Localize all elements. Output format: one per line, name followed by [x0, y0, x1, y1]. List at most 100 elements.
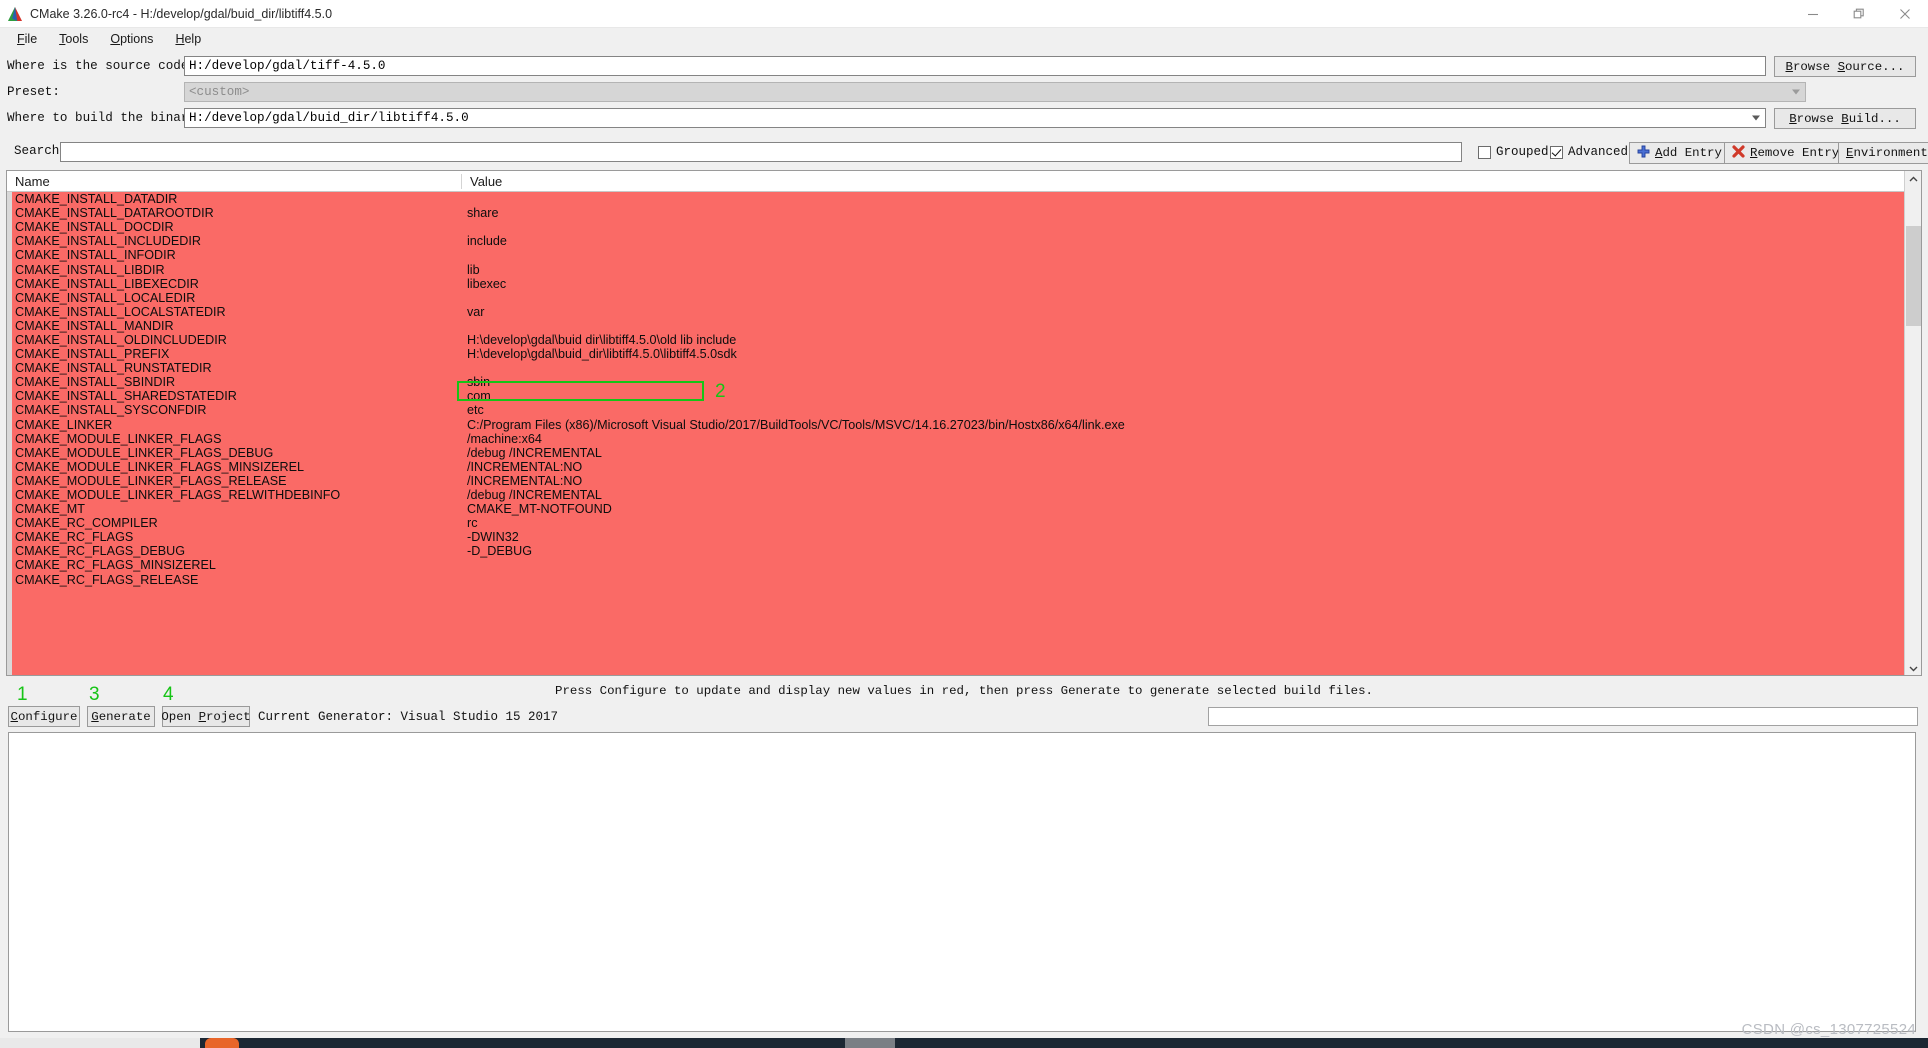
- preset-combobox[interactable]: <custom>: [184, 82, 1806, 102]
- table-row[interactable]: CMAKE_INSTALL_SHAREDSTATEDIR com: [7, 389, 1921, 403]
- cache-variable-name: CMAKE_LINKER: [15, 417, 113, 432]
- cache-variable-value[interactable]: /debug /INCREMENTAL: [462, 446, 1921, 460]
- cache-variable-value[interactable]: CMAKE_MT-NOTFOUND: [462, 502, 1921, 516]
- cache-variable-value[interactable]: /debug /INCREMENTAL: [462, 488, 1921, 502]
- cache-variable-value[interactable]: /INCREMENTAL:NO: [462, 474, 1921, 488]
- table-row[interactable]: CMAKE_INSTALL_LIBEXECDIR libexec: [7, 277, 1921, 291]
- row-gutter: [7, 192, 12, 675]
- column-header-name[interactable]: Name: [7, 173, 462, 189]
- remove-entry-button[interactable]: Remove Entry: [1724, 142, 1848, 164]
- cache-variable-value[interactable]: libexec: [462, 277, 1921, 291]
- table-row[interactable]: CMAKE_INSTALL_LOCALEDIR: [7, 291, 1921, 305]
- table-row[interactable]: CMAKE_LINKER C:/Program Files (x86)/Micro…: [7, 418, 1921, 432]
- advanced-checkbox-box: [1550, 145, 1563, 159]
- build-input[interactable]: H:/develop/gdal/buid_dir/libtiff4.5.0: [184, 108, 1766, 128]
- close-button[interactable]: [1882, 0, 1928, 28]
- output-console[interactable]: [8, 732, 1916, 1032]
- table-row[interactable]: CMAKE_RC_FLAGS_MINSIZEREL: [7, 558, 1921, 572]
- browse-build-button[interactable]: Browse Build...: [1774, 108, 1916, 129]
- cache-variable-name: CMAKE_INSTALL_DATADIR: [15, 192, 178, 207]
- cache-variable-value[interactable]: /machine:x64: [462, 432, 1921, 446]
- cache-variable-value[interactable]: rc: [462, 516, 1921, 530]
- table-row[interactable]: CMAKE_MODULE_LINKER_FLAGS_DEBUG/debug /I…: [7, 446, 1921, 460]
- table-row[interactable]: CMAKE_MT CMAKE_MT-NOTFOUND: [7, 502, 1921, 516]
- cache-variable-value[interactable]: com: [462, 389, 1921, 403]
- browse-build-label: Browse Build...: [1789, 111, 1901, 126]
- search-label: Search:: [14, 144, 67, 158]
- table-row[interactable]: CMAKE_RC_FLAGS -DWIN32: [7, 530, 1921, 544]
- menu-options-label: ptions: [120, 32, 154, 46]
- cache-variable-name: CMAKE_MODULE_LINKER_FLAGS_RELEASE: [15, 473, 287, 488]
- cache-variable-value[interactable]: H:\develop\gdal\buid dir\libtiff4.5.0\ol…: [462, 333, 1921, 347]
- source-label: Where is the source code:: [7, 59, 196, 73]
- table-row[interactable]: CMAKE_INSTALL_RUNSTATEDIR: [7, 361, 1921, 375]
- table-row[interactable]: CMAKE_MODULE_LINKER_FLAGS/machine:x64: [7, 432, 1921, 446]
- table-row[interactable]: CMAKE_MODULE_LINKER_FLAGS_RELEASE/INCREM…: [7, 474, 1921, 488]
- menu-tools[interactable]: Tools: [48, 30, 99, 48]
- menu-help-label: elp: [184, 32, 202, 46]
- cache-variable-value[interactable]: sbin: [462, 375, 1921, 389]
- table-row[interactable]: CMAKE_INSTALL_DATAROOTDIR share: [7, 206, 1921, 220]
- advanced-checkbox[interactable]: Advanced: [1550, 145, 1628, 159]
- grouped-label: Grouped: [1496, 145, 1549, 159]
- menu-help[interactable]: Help: [164, 30, 212, 48]
- cache-variable-value[interactable]: var: [462, 305, 1921, 319]
- table-header: Name Value: [7, 171, 1921, 192]
- cache-variable-name: CMAKE_INSTALL_INCLUDEDIR: [15, 234, 201, 249]
- table-row[interactable]: CMAKE_INSTALL_OLDINCLUDEDIR H:\develop\gd…: [7, 333, 1921, 347]
- table-row[interactable]: CMAKE_MODULE_LINKER_FLAGS_RELWITHDEBINFO…: [7, 488, 1921, 502]
- table-row[interactable]: CMAKE_INSTALL_SYSCONFDIR etc: [7, 403, 1921, 417]
- cache-variable-value[interactable]: share: [462, 206, 1921, 220]
- taskbar: [0, 1038, 1928, 1048]
- add-entry-button[interactable]: Add Entry: [1629, 142, 1730, 164]
- table-row[interactable]: CMAKE_INSTALL_PREFIX H:\develop\gdal\buid…: [7, 347, 1921, 361]
- column-header-value[interactable]: Value: [462, 174, 502, 189]
- table-row[interactable]: CMAKE_MODULE_LINKER_FLAGS_MINSIZEREL/INC…: [7, 460, 1921, 474]
- table-row[interactable]: CMAKE_RC_FLAGS_DEBUG -D_DEBUG: [7, 544, 1921, 558]
- progress-bar: [1208, 707, 1918, 726]
- annotation-number-4: 4: [163, 684, 174, 705]
- restore-button[interactable]: [1836, 0, 1882, 28]
- cache-variable-name: CMAKE_INSTALL_SBINDIR: [15, 375, 176, 390]
- cache-variable-value[interactable]: etc: [462, 403, 1921, 417]
- environment-button[interactable]: Environment...: [1838, 142, 1928, 164]
- cache-variable-name: CMAKE_INSTALL_DATAROOTDIR: [15, 206, 214, 221]
- search-input[interactable]: [60, 142, 1462, 162]
- cache-variable-value[interactable]: /INCREMENTAL:NO: [462, 460, 1921, 474]
- table-row[interactable]: CMAKE_RC_COMPILER rc: [7, 516, 1921, 530]
- generate-button[interactable]: Generate: [87, 706, 155, 727]
- cache-variable-value[interactable]: -D_DEBUG: [462, 544, 1921, 558]
- cache-variable-value[interactable]: -DWIN32: [462, 530, 1921, 544]
- table-row[interactable]: CMAKE_INSTALL_LOCALSTATEDIR var: [7, 305, 1921, 319]
- table-row[interactable]: CMAKE_INSTALL_DATADIR: [7, 192, 1921, 206]
- table-row[interactable]: CMAKE_INSTALL_MANDIR: [7, 319, 1921, 333]
- table-row[interactable]: CMAKE_INSTALL_INCLUDEDIR include: [7, 234, 1921, 248]
- annotation-number-1: 1: [17, 684, 28, 705]
- advanced-label: Advanced: [1568, 145, 1629, 159]
- cache-variable-name: CMAKE_INSTALL_LIBEXECDIR: [15, 276, 199, 291]
- table-row[interactable]: CMAKE_INSTALL_INFODIR: [7, 248, 1921, 262]
- preset-label: Preset:: [7, 85, 60, 99]
- scrollbar-thumb[interactable]: [1906, 226, 1921, 326]
- cache-variable-value[interactable]: C:/Program Files (x86)/Microsoft Visual …: [462, 418, 1921, 432]
- table-row[interactable]: CMAKE_RC_FLAGS_RELEASE: [7, 573, 1921, 587]
- scroll-up-arrow-icon[interactable]: [1905, 171, 1921, 188]
- cache-variable-name: CMAKE_MODULE_LINKER_FLAGS_RELWITHDEBINFO: [15, 488, 341, 503]
- grouped-checkbox[interactable]: Grouped: [1478, 145, 1549, 159]
- minimize-button[interactable]: [1790, 0, 1836, 28]
- source-input[interactable]: H:/develop/gdal/tiff-4.5.0: [184, 56, 1766, 76]
- menu-options[interactable]: Options: [99, 30, 164, 48]
- table-row[interactable]: CMAKE_INSTALL_LIBDIR lib: [7, 262, 1921, 277]
- open-project-button[interactable]: Open Project: [161, 706, 251, 727]
- configure-button[interactable]: Configure: [8, 706, 80, 727]
- browse-source-button[interactable]: Browse Source...: [1774, 56, 1916, 77]
- table-row[interactable]: CMAKE_INSTALL_SBINDIR sbin: [7, 375, 1921, 389]
- cache-variable-value[interactable]: H:\develop\gdal\buid_dir\libtiff4.5.0\li…: [462, 347, 1921, 361]
- table-row[interactable]: CMAKE_INSTALL_DOCDIR: [7, 220, 1921, 234]
- title-bar: CMake 3.26.0-rc4 - H:/develop/gdal/buid_…: [0, 0, 1928, 28]
- cache-variable-value[interactable]: include: [462, 234, 1921, 248]
- table-vertical-scrollbar[interactable]: [1904, 171, 1921, 675]
- cache-variable-value[interactable]: lib: [462, 263, 1921, 277]
- scroll-down-arrow-icon[interactable]: [1905, 660, 1921, 675]
- menu-file[interactable]: File: [6, 30, 48, 48]
